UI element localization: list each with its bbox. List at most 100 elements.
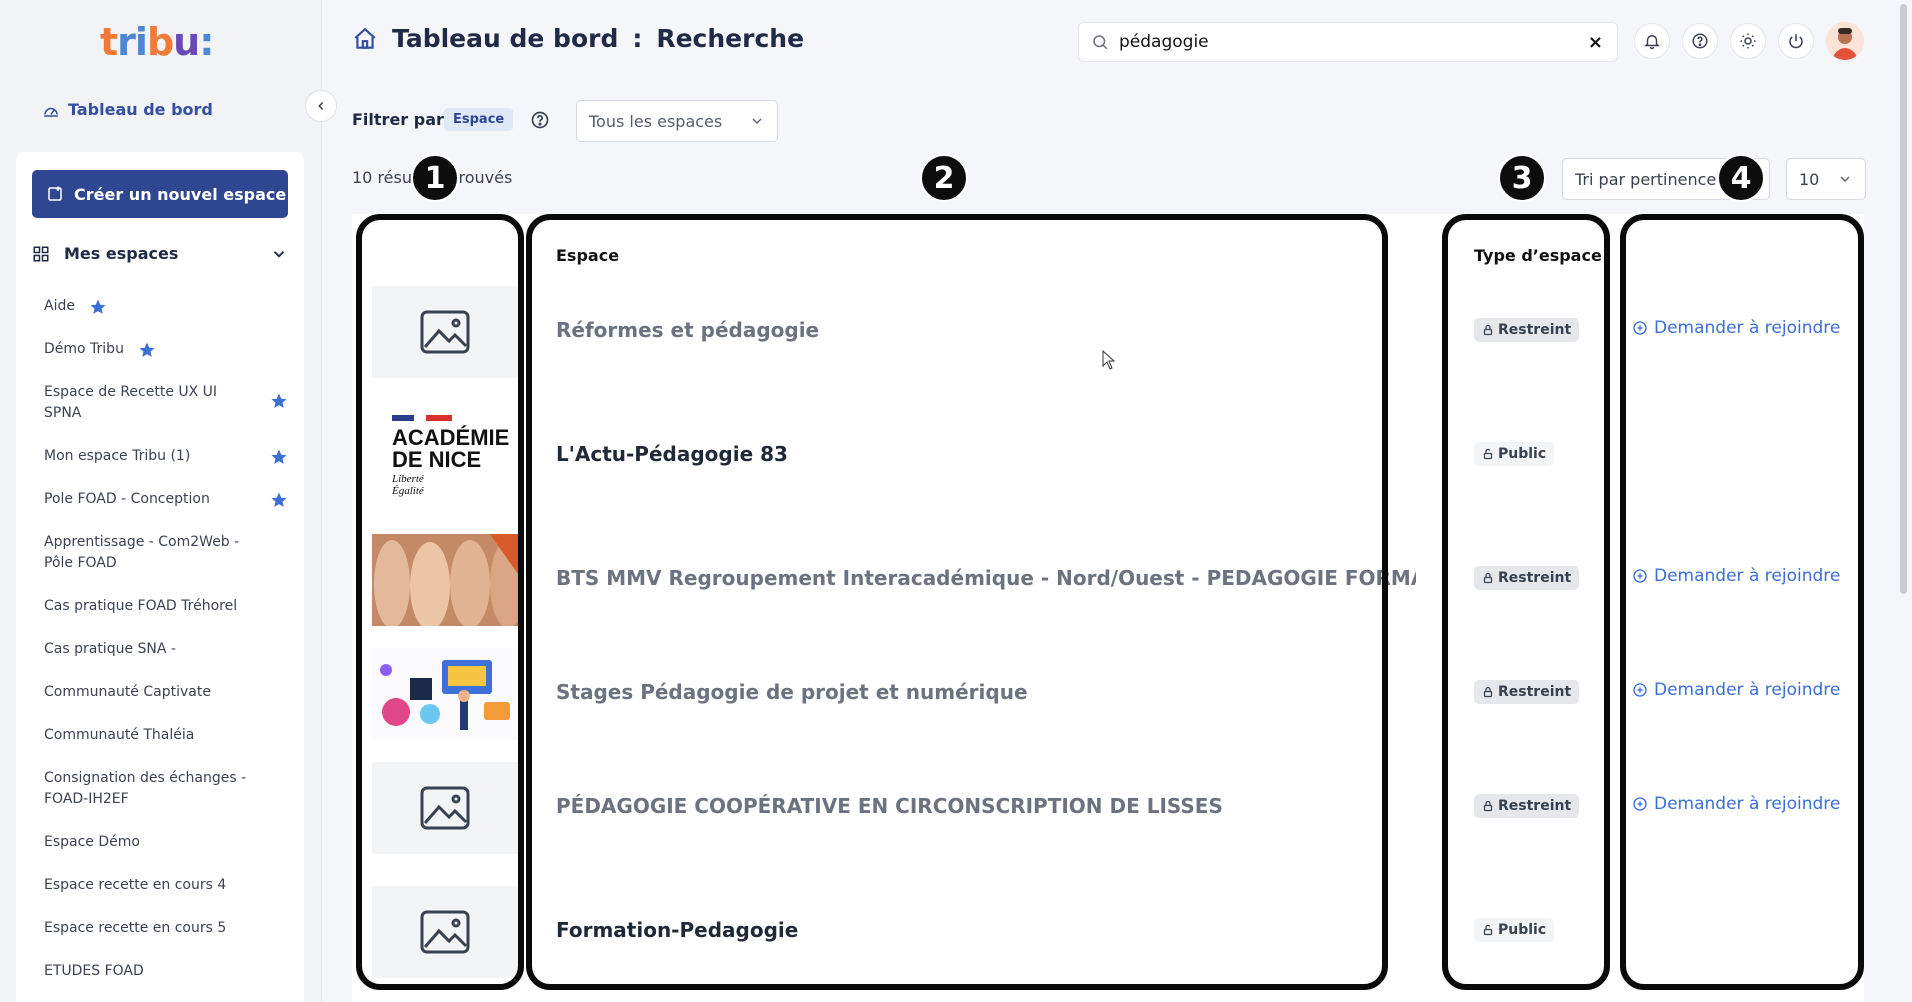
space-thumbnail[interactable] — [372, 534, 518, 626]
request-join-link[interactable]: Demander à rejoindre — [1632, 794, 1840, 814]
lock-icon — [1483, 800, 1493, 812]
space-type-badge: Restreint — [1474, 794, 1580, 818]
breadcrumb-search: Recherche — [656, 24, 805, 53]
space-type-badge: Restreint — [1474, 680, 1580, 704]
sidebar-space-item[interactable]: Consignation des échanges - FOAD-IH2EF — [44, 768, 292, 810]
space-thumbnail[interactable] — [372, 286, 518, 378]
table-row[interactable]: PÉDAGOGIE COOPÉRATIVE EN CIRCONSCRIPTION… — [352, 762, 1864, 886]
mannequins-photo — [372, 534, 518, 626]
space-thumbnail[interactable] — [372, 886, 518, 978]
create-space-label: Créer un nouvel espace — [74, 184, 287, 204]
space-type-badge: Restreint — [1474, 318, 1580, 342]
results-table: Espace Type d’espace Réformes et pédagog… — [352, 214, 1864, 1002]
annotation-marker-4: 4 — [1717, 154, 1765, 202]
home-icon[interactable] — [352, 26, 378, 52]
space-thumbnail[interactable] — [372, 648, 518, 740]
tribu-logo[interactable]: t ri b u : — [100, 20, 214, 64]
table-row[interactable]: Formation-Pedagogie Public — [352, 886, 1864, 1002]
star-icon[interactable] — [270, 491, 288, 509]
star-icon[interactable] — [270, 392, 288, 410]
star-icon[interactable] — [89, 298, 107, 316]
filter-chip-espace[interactable]: Espace — [444, 108, 514, 131]
theme-toggle-button[interactable] — [1730, 23, 1766, 59]
sidebar-space-item[interactable]: Communauté Thaléia — [44, 725, 292, 746]
annotation-marker-3: 3 — [1498, 154, 1546, 202]
sidebar-dashboard-link[interactable]: Tableau de bord — [42, 100, 213, 119]
table-row[interactable]: Stages Pédagogie de projet et numérique … — [352, 648, 1864, 772]
sidebar-space-item[interactable]: Espace recette en cours 4 — [44, 875, 292, 896]
lock-icon — [1483, 324, 1493, 336]
page-scrollbar[interactable] — [1898, 0, 1908, 600]
mouse-cursor-icon — [1102, 350, 1116, 370]
plus-circle-icon — [1633, 797, 1647, 811]
sidebar-space-item[interactable]: Espace recette en cours 5 — [44, 918, 292, 939]
chevron-left-icon — [318, 101, 324, 111]
sidebar-space-item[interactable]: Démo Tribu — [44, 339, 160, 360]
sidebar-space-item[interactable]: Espace de Recette UX UI SPNA — [44, 382, 292, 424]
my-spaces-label: Mes espaces — [64, 244, 179, 263]
academie-logo-line1: ACADÉMIE — [392, 425, 510, 450]
request-join-link[interactable]: Demander à rejoindre — [1632, 680, 1840, 700]
star-icon[interactable] — [270, 448, 288, 466]
space-name[interactable]: Réformes et pédagogie — [556, 318, 1416, 342]
filter-help-icon[interactable] — [530, 110, 550, 130]
annotation-marker-1: 1 — [411, 154, 459, 202]
per-page-select[interactable]: 10 — [1786, 158, 1866, 200]
space-name[interactable]: BTS MMV Regroupement Interacadémique - N… — [556, 566, 1416, 590]
space-filter-value: Tous les espaces — [589, 111, 723, 131]
sun-icon — [1740, 33, 1756, 49]
academie-logo-motto1: Liberté — [392, 473, 424, 485]
search-input[interactable] — [1119, 32, 1559, 52]
help-button[interactable] — [1682, 23, 1718, 59]
space-name[interactable]: Formation-Pedagogie — [556, 918, 1416, 942]
image-placeholder-icon — [420, 786, 470, 830]
notifications-button[interactable] — [1634, 23, 1670, 59]
request-join-link[interactable]: Demander à rejoindre — [1632, 566, 1840, 586]
request-join-link[interactable]: Demander à rejoindre — [1632, 318, 1840, 338]
academie-logo-motto2: Égalité — [392, 485, 424, 497]
star-icon[interactable] — [138, 341, 156, 359]
chevron-down-icon — [752, 118, 762, 124]
scrollbar-thumb[interactable] — [1900, 4, 1907, 594]
space-name[interactable]: L'Actu-Pédagogie 83 — [556, 442, 1416, 466]
unlock-icon — [1483, 924, 1493, 936]
space-thumbnail[interactable]: ACADÉMIE DE NICE Liberté Égalité — [372, 410, 518, 502]
power-icon — [1789, 34, 1803, 49]
sidebar-space-item[interactable]: Espace Démo — [44, 832, 292, 853]
sidebar-space-item[interactable]: ETUDES FOAD — [44, 961, 292, 982]
space-filter-select[interactable]: Tous les espaces — [576, 100, 778, 142]
chevron-down-icon — [1840, 176, 1850, 182]
my-spaces-toggle[interactable]: Mes espaces — [32, 244, 288, 263]
logout-button[interactable] — [1778, 23, 1814, 59]
new-window-icon — [48, 186, 62, 201]
annotation-marker-2: 2 — [920, 154, 968, 202]
chevron-down-icon — [273, 250, 285, 258]
sidebar-space-item[interactable]: Mon espace Tribu (1) — [44, 446, 292, 467]
collapse-sidebar-button[interactable] — [305, 90, 337, 122]
column-header-space: Espace — [556, 246, 620, 265]
sidebar-space-item[interactable]: Cas pratique FOAD Tréhorel — [44, 596, 292, 617]
clear-search-button[interactable]: × — [1588, 32, 1603, 53]
breadcrumb-separator: : — [632, 24, 643, 53]
sort-value: Tri par pertinence — [1575, 169, 1717, 189]
filter-label: Filtrer par: — [352, 110, 451, 129]
user-avatar[interactable] — [1826, 22, 1864, 60]
dashboard-link-label: Tableau de bord — [68, 100, 213, 119]
table-row[interactable]: BTS MMV Regroupement Interacadémique - N… — [352, 534, 1864, 658]
sidebar-panel: Créer un nouvel espace Mes espaces Aide … — [16, 152, 304, 1002]
bell-icon — [1644, 35, 1660, 50]
sidebar-space-item[interactable]: Apprentissage - Com2Web - Pôle FOAD — [44, 532, 292, 574]
table-row[interactable]: ACADÉMIE DE NICE Liberté Égalité L'Actu-… — [352, 410, 1864, 534]
create-space-button[interactable]: Créer un nouvel espace — [32, 170, 288, 218]
breadcrumb-dashboard[interactable]: Tableau de bord — [392, 24, 618, 53]
sidebar-space-item[interactable]: Cas pratique SNA - — [44, 639, 292, 660]
table-row[interactable]: Réformes et pédagogie Restreint Demander… — [352, 286, 1864, 410]
sidebar-space-item[interactable]: Communauté Captivate — [44, 682, 292, 703]
space-name[interactable]: Stages Pédagogie de projet et numérique — [556, 680, 1416, 704]
space-thumbnail[interactable] — [372, 762, 518, 854]
sidebar-space-item[interactable]: Aide — [44, 296, 111, 317]
plus-circle-icon — [1633, 683, 1647, 697]
header-actions — [1634, 22, 1864, 60]
sidebar-space-item[interactable]: Pole FOAD - Conception — [44, 489, 292, 510]
space-name[interactable]: PÉDAGOGIE COOPÉRATIVE EN CIRCONSCRIPTION… — [556, 794, 1416, 818]
